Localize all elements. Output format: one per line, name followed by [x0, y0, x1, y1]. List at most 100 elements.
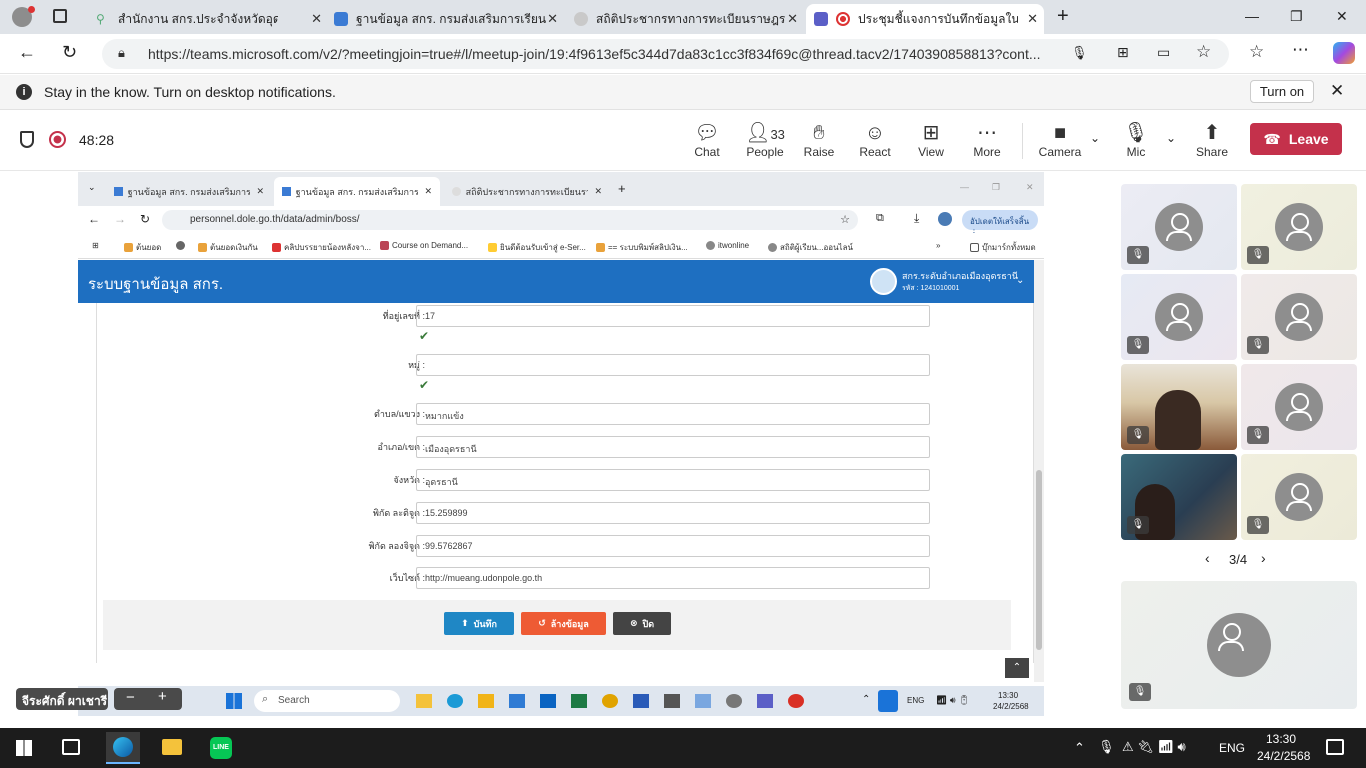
chrome-icon[interactable] [602, 694, 618, 708]
user-menu-chevron-icon[interactable]: ⌄ [1016, 275, 1024, 286]
share-button[interactable]: ⬆ Share [1184, 121, 1240, 159]
bookmark-3[interactable]: ต้นยอดเงินกัน [198, 241, 258, 254]
mic-options-chevron-icon[interactable]: ⌄ [1166, 131, 1176, 145]
excel-icon[interactable] [571, 694, 587, 708]
bookmark-7[interactable]: == ระบบพิมพ์สลิปเงิน... [596, 241, 688, 254]
extensions-icon[interactable]: ⧉ [876, 212, 884, 225]
word-icon[interactable] [633, 694, 649, 708]
participant-tile[interactable]: 🎙︎ [1241, 274, 1357, 360]
line-taskbar-icon[interactable]: LINE [210, 737, 232, 759]
shared-tab-2-active[interactable]: ฐานข้อมูล สกร. กรมส่งเสริมการเรียน ✕ [274, 177, 440, 206]
notepad-icon[interactable] [695, 694, 711, 708]
close-button[interactable]: ⊗ ปิด [613, 612, 671, 635]
back-icon[interactable]: ← [88, 212, 100, 226]
teams-icon[interactable] [757, 694, 773, 708]
dismiss-icon[interactable]: ✕ [1330, 81, 1344, 101]
update-button[interactable]: อัปเดตให้เสร็จสิ้น ⋮ [962, 210, 1038, 237]
refresh-icon[interactable]: ↻ [62, 42, 77, 63]
react-button[interactable]: ☺ React [847, 121, 903, 159]
url-field[interactable]: 🔒︎ https://teams.microsoft.com/v2/?meeti… [102, 39, 1229, 69]
participant-video-tile[interactable]: 🎙︎ [1121, 364, 1237, 450]
notification-center-icon[interactable] [1326, 739, 1344, 755]
participant-tile[interactable]: 🎙︎ [1241, 454, 1357, 540]
more-options-icon[interactable]: ⋯ [1292, 40, 1309, 60]
people-button[interactable]: 👤︎33 People [735, 121, 795, 159]
camera-button[interactable]: ■ Camera [1032, 121, 1088, 159]
store-icon[interactable] [509, 694, 525, 708]
participant-tile[interactable]: 🎙︎ [1241, 184, 1357, 270]
close-tab-icon[interactable]: ✕ [1027, 11, 1038, 27]
close-window-icon[interactable]: ✕ [1026, 182, 1034, 193]
favorites-icon[interactable]: ☆ [1249, 42, 1264, 62]
apps-grid-icon[interactable]: ⊞ [92, 241, 99, 250]
tray-mic-icon[interactable]: 🎙︎ [1098, 739, 1115, 755]
avatar[interactable] [938, 212, 952, 226]
participant-tile[interactable]: 🎙︎ [1121, 184, 1237, 270]
restore-icon[interactable]: ❐ [992, 182, 1000, 193]
close-tab-icon[interactable]: ✕ [594, 186, 602, 197]
tab-menu-icon[interactable]: ⌄ [88, 182, 96, 193]
website-input[interactable]: http://mueang.udonpole.go.th [416, 567, 930, 589]
save-button[interactable]: ⬆ บันทึก [444, 612, 514, 635]
participant-tile[interactable]: 🎙︎ [1121, 274, 1237, 360]
settings-icon[interactable] [726, 694, 742, 708]
taskbar-search[interactable]: ⌕ Search [254, 690, 400, 712]
tray-status-icons[interactable]: ⚠︎ 🔌︎ 📶︎ 🔊︎ [1122, 739, 1186, 755]
browser-tab-2[interactable]: ฐานข้อมูล สกร. กรมส่งเสริมการเรียนรู้ ✕ [326, 4, 564, 34]
view-button[interactable]: ⊞ View [903, 121, 959, 159]
close-tab-icon[interactable]: ✕ [787, 11, 798, 27]
task-view-icon[interactable] [62, 739, 80, 755]
user-avatar[interactable] [870, 268, 897, 295]
leave-button[interactable]: ☎︎ Leave [1250, 123, 1342, 155]
new-tab-icon[interactable]: + [618, 181, 626, 196]
bookmark-6[interactable]: ยินดีต้อนรับเข้าสู่ e-Ser... [488, 241, 586, 254]
chat-button[interactable]: 💬︎ Chat [679, 121, 735, 159]
bookmark-4[interactable]: คลิปบรรยายน้องหลังจา... [272, 241, 371, 254]
more-button[interactable]: ⋯ More [959, 121, 1015, 159]
bookmark-2[interactable] [176, 241, 188, 250]
next-page-icon[interactable]: › [1261, 550, 1266, 566]
turn-on-button[interactable]: Turn on [1250, 80, 1314, 103]
edge-icon[interactable] [447, 694, 463, 708]
microphone-icon[interactable]: 🎙︎ [1071, 45, 1088, 61]
browser-tab-4-active[interactable]: ประชุมชี้แจงการบันทึกข้อมูลในระบ ✕ [806, 4, 1044, 34]
reset-button[interactable]: ↺ ล้างข้อมูล [521, 612, 606, 635]
windows-start-icon[interactable] [16, 740, 32, 756]
latitude-input[interactable]: 15.259899 [416, 502, 930, 524]
participant-tile[interactable]: 🎙︎ [1241, 364, 1357, 450]
raise-hand-button[interactable]: ✋︎ Raise [791, 121, 847, 159]
close-tab-icon[interactable]: ✕ [424, 186, 432, 197]
tray-lang[interactable]: ENG [907, 696, 924, 705]
favorite-icon[interactable]: ☆ [1196, 42, 1211, 62]
participant-video-tile[interactable]: 🎙︎ [1121, 454, 1237, 540]
shared-url-field[interactable]: personnel.dole.go.th/data/admin/boss/ ☆ [162, 210, 858, 230]
calculator-icon[interactable] [664, 694, 680, 708]
prev-page-icon[interactable]: ‹ [1205, 550, 1210, 566]
file-explorer-icon[interactable] [416, 694, 432, 708]
restore-icon[interactable]: ❐ [1290, 8, 1303, 25]
scroll-top-button[interactable]: ⌃ [1005, 658, 1029, 678]
page-scrollbar[interactable] [1034, 260, 1044, 682]
zoom-out-button[interactable]: − [126, 689, 135, 706]
browser-tab-1[interactable]: ⚲ สำนักงาน สกร.ประจำจังหวัดอุดรธานี - ร … [88, 4, 328, 34]
scrollbar-thumb[interactable] [1036, 470, 1042, 650]
shared-tab-1[interactable]: ฐานข้อมูล สกร. กรมส่งเสริมการเรียน ✕ [106, 177, 272, 206]
tray-lang[interactable]: ENG [1219, 741, 1245, 755]
close-tab-icon[interactable]: ✕ [256, 186, 264, 197]
cast-icon[interactable]: ▭ [1157, 44, 1170, 61]
zoom-in-button[interactable]: + [158, 688, 167, 705]
shared-tab-3[interactable]: สถิติประชากรทางการทะเบียนราษฎร ✕ [444, 177, 610, 206]
close-tab-icon[interactable]: ✕ [311, 11, 322, 27]
tray-chevron-icon[interactable]: ⌃ [862, 694, 870, 705]
chrome-active-icon[interactable] [788, 694, 804, 708]
mic-button[interactable]: 🎙︎ Mic [1108, 121, 1164, 159]
favorite-icon[interactable]: ☆ [840, 213, 850, 226]
browser-tab-3[interactable]: สถิติประชากรทางการทะเบียนราษฎร ✕ [566, 4, 804, 34]
tray-chevron-icon[interactable]: ⌃ [1074, 740, 1085, 756]
moo-input[interactable] [416, 354, 930, 376]
camera-options-chevron-icon[interactable]: ⌄ [1090, 131, 1100, 145]
refresh-icon[interactable]: ↻ [140, 212, 150, 226]
windows-icon[interactable] [226, 693, 242, 709]
bookmark-1[interactable]: ต้นยอด [124, 241, 161, 254]
all-bookmarks[interactable]: บุ๊กมาร์กทั้งหมด [970, 241, 1036, 254]
